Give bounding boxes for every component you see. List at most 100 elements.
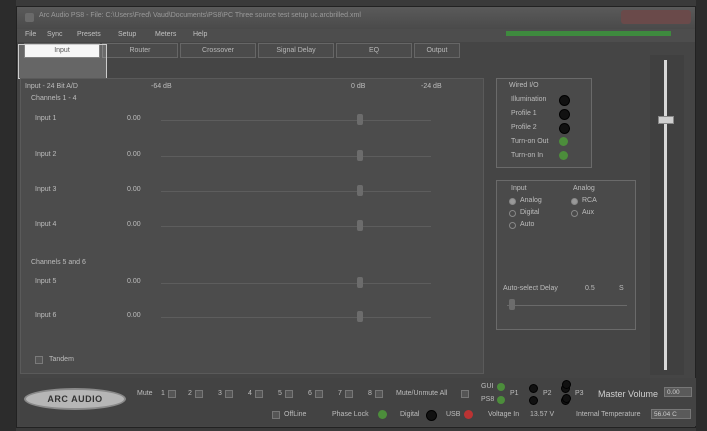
radio-aux-label: Aux [582, 209, 595, 216]
input-1-slider-thumb[interactable] [357, 114, 363, 125]
tab-eq[interactable]: EQ [336, 43, 412, 58]
input-2-slider-track[interactable] [161, 156, 431, 157]
p3-led-top[interactable] [562, 380, 571, 389]
input-3-slider-track[interactable] [161, 191, 431, 192]
tandem-label: Tandem [49, 356, 74, 363]
radio-analog[interactable] [509, 198, 516, 205]
radio-auto-label: Auto [520, 221, 535, 228]
menu-setup[interactable]: Setup [118, 31, 136, 38]
tab-crossover[interactable]: Crossover [180, 43, 256, 58]
selection-highlight [18, 44, 107, 79]
group-label-5-6: Channels 5 and 6 [31, 259, 86, 266]
tab-router[interactable]: Router [102, 43, 178, 58]
mute-1-checkbox[interactable] [168, 390, 176, 398]
mute-8-checkbox[interactable] [375, 390, 383, 398]
title-bar[interactable]: Arc Audio PS8 - File: C:\Users\Fred\ Vau… [17, 7, 695, 29]
mute-6-label: 6 [308, 390, 312, 397]
autoselect-slider-thumb[interactable] [509, 299, 515, 310]
radio-digital-label: Digital [520, 209, 540, 216]
temperature-value: 56.04 C [651, 409, 691, 419]
input-6-slider-track[interactable] [161, 317, 431, 318]
mute-7-checkbox[interactable] [345, 390, 353, 398]
scale-mid: 0 dB [351, 83, 366, 90]
ps8-label: PS8 [481, 396, 495, 403]
input-4-slider-thumb[interactable] [357, 220, 363, 231]
wired-io-label-profile1: Profile 1 [511, 110, 537, 117]
master-volume-slider-track[interactable] [664, 60, 667, 370]
radio-digital[interactable] [509, 210, 516, 217]
input-select-title: Input [511, 185, 527, 192]
profile-2-led[interactable] [559, 123, 570, 134]
temperature-label: Internal Temperature [576, 411, 641, 418]
tab-output[interactable]: Output [414, 43, 460, 58]
mute-2-checkbox[interactable] [195, 390, 203, 398]
menu-meters[interactable]: Meters [155, 31, 176, 38]
group-label-1-4: Channels 1 - 4 [31, 95, 77, 102]
radio-rca[interactable] [571, 198, 578, 205]
master-volume-value[interactable]: 0.00 [664, 387, 692, 397]
input-5-label: Input 5 [35, 278, 57, 285]
input-3-label: Input 3 [35, 186, 57, 193]
input-4-value: 0.00 [127, 221, 141, 228]
input-2-value: 0.00 [127, 151, 141, 158]
input-5-slider-thumb[interactable] [357, 277, 363, 288]
turn-on-out-led [559, 137, 568, 146]
autoselect-slider-track[interactable] [507, 305, 627, 306]
phase-lock-led [378, 410, 387, 419]
mute-3-checkbox[interactable] [225, 390, 233, 398]
mute-5-checkbox[interactable] [285, 390, 293, 398]
p1-led-top[interactable] [529, 384, 538, 393]
mute-5-label: 5 [278, 390, 282, 397]
radio-analog-label: Analog [520, 197, 542, 204]
mute-7-label: 7 [338, 390, 342, 397]
tab-signal-delay[interactable]: Signal Delay [258, 43, 334, 58]
master-volume-slider-thumb[interactable] [658, 116, 674, 124]
gui-label: GUI [481, 383, 494, 390]
digital-led [426, 410, 437, 421]
input-3-slider-thumb[interactable] [357, 185, 363, 196]
input-4-label: Input 4 [35, 221, 57, 228]
menu-help[interactable]: Help [193, 31, 207, 38]
input-panel: Input - 24 Bit A/D -64 dB 0 dB -24 dB Ch… [20, 78, 484, 374]
analog-select-title: Analog [573, 185, 595, 192]
wired-io-title: Wired I/O [509, 82, 539, 89]
connection-status-bar [506, 31, 671, 36]
desktop-left-edge [0, 0, 16, 431]
window-controls[interactable] [621, 10, 691, 24]
radio-auto[interactable] [509, 222, 516, 229]
input-2-slider-thumb[interactable] [357, 150, 363, 161]
offline-checkbox[interactable] [272, 411, 280, 419]
p1-led-bottom[interactable] [529, 396, 538, 405]
input-5-slider-track[interactable] [161, 283, 431, 284]
mute-all-checkbox[interactable] [461, 390, 469, 398]
input-1-slider-track[interactable] [161, 120, 431, 121]
preset-p3-label: P3 [575, 390, 584, 397]
offline-label: OffLine [284, 411, 307, 418]
master-volume-label: Master Volume [598, 389, 659, 399]
input-4-slider-track[interactable] [161, 226, 431, 227]
mute-all-label: Mute/Unmute All [396, 390, 448, 397]
input-1-label: Input 1 [35, 115, 57, 122]
arc-audio-logo: ARC AUDIO [24, 388, 126, 410]
scale-right: -24 dB [421, 83, 442, 90]
menu-file[interactable]: File [25, 31, 36, 38]
mute-label: Mute [137, 390, 153, 397]
p3-led-bottom[interactable] [562, 394, 571, 403]
master-volume-panel [650, 55, 684, 375]
radio-aux[interactable] [571, 210, 578, 217]
mute-3-label: 3 [218, 390, 222, 397]
mute-6-checkbox[interactable] [315, 390, 323, 398]
menu-presets[interactable]: Presets [77, 31, 101, 38]
illumination-led[interactable] [559, 95, 570, 106]
mute-4-label: 4 [248, 390, 252, 397]
input-6-value: 0.00 [127, 312, 141, 319]
preset-p2-label: P2 [543, 390, 552, 397]
profile-1-led[interactable] [559, 109, 570, 120]
phase-lock-label: Phase Lock [332, 411, 369, 418]
mute-4-checkbox[interactable] [255, 390, 263, 398]
wired-io-label-turn-on-in: Turn-on In [511, 152, 544, 159]
menu-sync[interactable]: Sync [47, 31, 63, 38]
tandem-checkbox[interactable] [35, 356, 43, 364]
voltage-value: 13.57 V [530, 411, 555, 418]
input-6-slider-thumb[interactable] [357, 311, 363, 322]
